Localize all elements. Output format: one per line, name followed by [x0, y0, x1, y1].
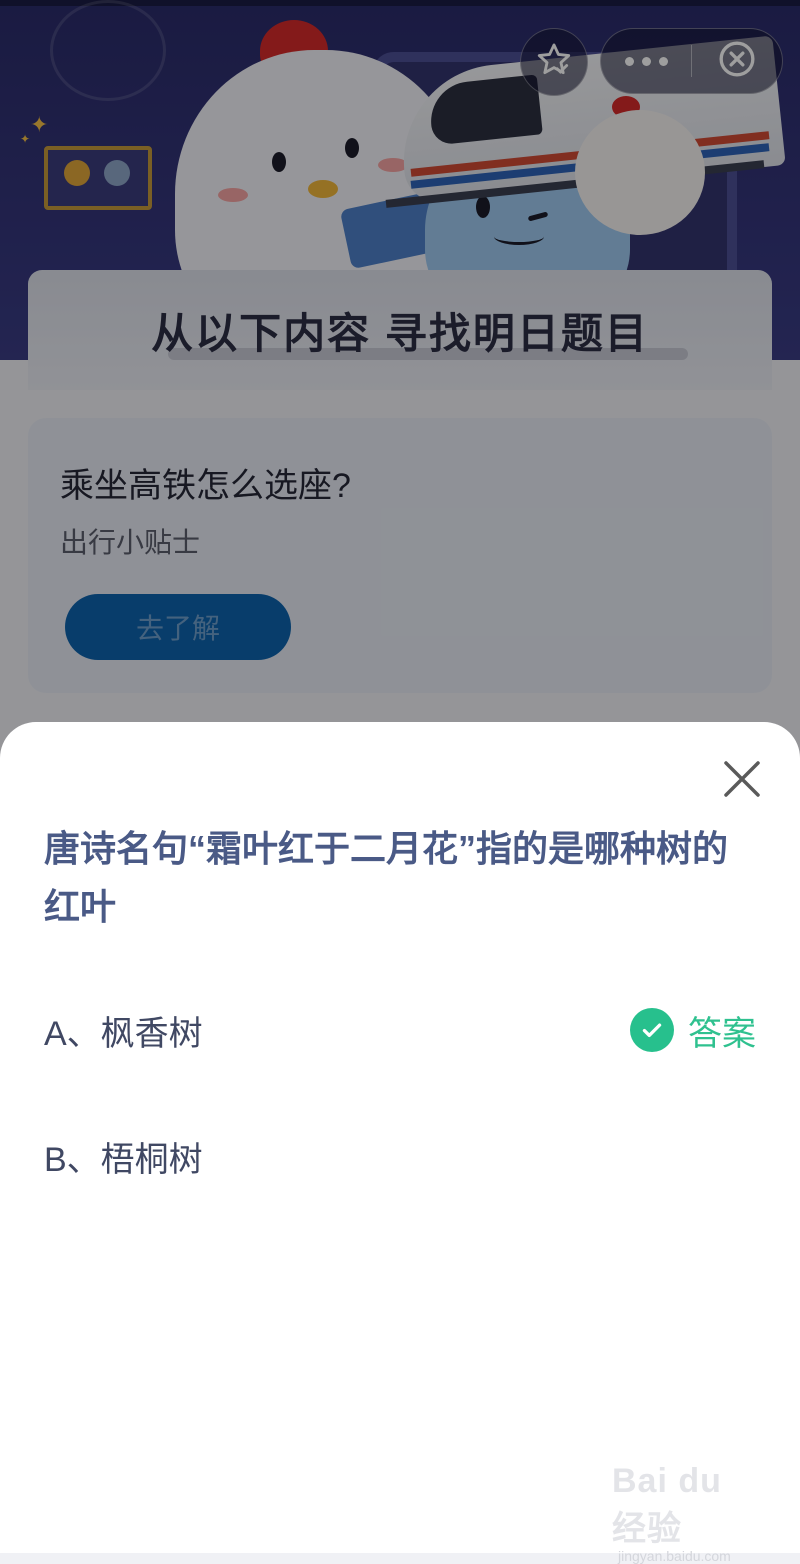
baidu-jingyan-watermark: Bai du 经验 jingyan.baidu.com — [612, 1462, 762, 1564]
option-b[interactable]: B、梧桐树 — [44, 1126, 756, 1186]
option-label: B、梧桐树 — [44, 1140, 203, 1179]
answer-label: 答案 — [688, 1014, 756, 1053]
answer-badge: 答案 — [630, 1006, 756, 1055]
option-label: A、枫香树 — [44, 1014, 203, 1053]
watermark-url: jingyan.baidu.com — [618, 1548, 731, 1564]
option-a[interactable]: A、枫香树 答案 — [44, 1000, 756, 1060]
close-button[interactable] — [718, 755, 766, 803]
question-text: 唐诗名句“霜叶红于二月花”指的是哪种树的红叶 — [44, 828, 729, 927]
watermark-logo: Bai du 经验 — [612, 1462, 722, 1548]
check-circle-icon — [630, 1008, 674, 1052]
question-sheet: 唐诗名句“霜叶红于二月花”指的是哪种树的红叶 A、枫香树 答案 B、梧桐树 — [0, 722, 800, 1553]
close-icon — [724, 761, 760, 797]
